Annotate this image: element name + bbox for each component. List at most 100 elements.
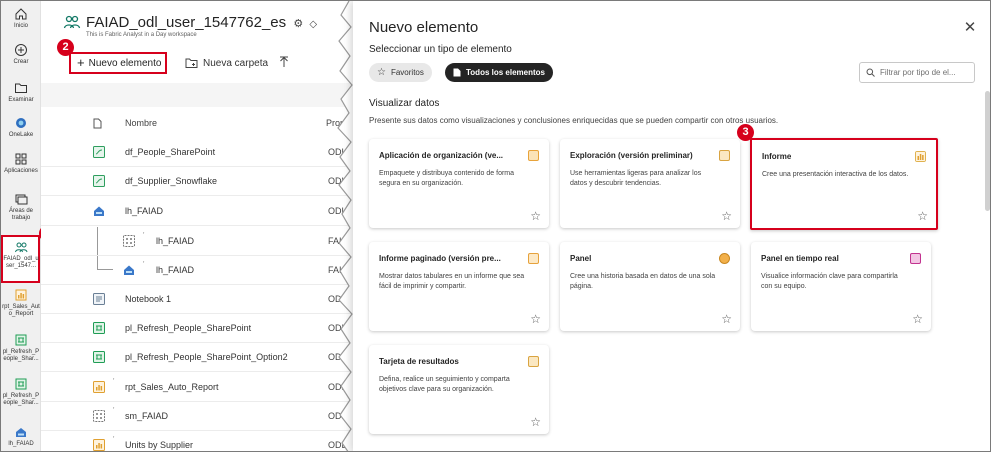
card-title: Informe paginado (versión pre... [379, 254, 501, 263]
table-row[interactable]: ′ Units by Supplier ODL_U [41, 431, 353, 451]
new-folder-label: Nueva carpeta [203, 57, 269, 69]
tab-all-items[interactable]: Todos los elementos [445, 63, 553, 82]
rail-label: rpt_Sales_Auto_Report [2, 304, 40, 317]
card-paginated-report[interactable]: Informe paginado (versión pre... Mostrar… [369, 242, 549, 331]
card-title: Tarjeta de resultados [379, 357, 459, 366]
pipeline-icon [93, 322, 105, 334]
close-icon[interactable]: ✕ [963, 20, 977, 35]
table-row[interactable]: df_People_SharePoint ODL_U [41, 138, 353, 167]
org-app-icon [528, 150, 539, 161]
rail-label: Crear [13, 59, 29, 65]
link-mark: ′ [113, 436, 115, 443]
table-row[interactable]: df_Supplier_Snowflake ODL_U [41, 167, 353, 196]
new-item-label: Nuevo elemento [88, 57, 162, 69]
favorite-star-icon[interactable]: ☆ [917, 210, 928, 222]
table-row[interactable]: Notebook 1 ODL_U [41, 285, 353, 314]
table-row[interactable]: pl_Refresh_People_SharePoint ODL_U [41, 314, 353, 343]
favorite-star-icon[interactable]: ☆ [721, 313, 732, 325]
rail-item-lakehouse[interactable]: lh_FAIAD [1, 425, 41, 448]
scrollbar[interactable] [985, 91, 990, 211]
card-realtime-dashboard[interactable]: Panel en tiempo real Visualice informaci… [751, 242, 931, 331]
rail-label: FAIAD_odl_user_1547... [3, 256, 39, 269]
rail-item-current-workspace[interactable]: FAIAD_odl_user_1547... [1, 235, 40, 283]
section-description: Presente sus datos como visualizaciones … [369, 116, 779, 125]
pipeline-icon [15, 334, 27, 346]
card-org-app[interactable]: Aplicación de organización (ve... Empaqu… [369, 139, 549, 228]
rail-item-browse[interactable]: Examinar [1, 81, 41, 104]
screenshot-frame: Inicio Crear Examinar OneLake Aplicacion… [0, 0, 991, 452]
card-report[interactable]: Informe Cree una presentación interactiv… [750, 138, 938, 230]
rail-item-report[interactable]: rpt_Sales_Auto_Report [1, 288, 41, 318]
card-title: Exploración (versión preliminar) [570, 151, 693, 160]
workspace-title-text: FAIAD_odl_user_1547762_es [86, 14, 287, 31]
link-mark: ′ [113, 407, 115, 414]
rail-item-onelake[interactable]: OneLake [1, 116, 41, 139]
favorite-star-icon[interactable]: ☆ [530, 313, 541, 325]
upload-arrow-icon[interactable] [279, 56, 289, 68]
card-description: Mostrar datos tabulares en un informe qu… [379, 273, 525, 290]
card-description: Cree una historia basada en datos de una… [570, 273, 716, 290]
workspace-title: FAIAD_odl_user_1547762_es ⚙ ◇ [86, 14, 317, 31]
row-name: lh_FAIAD [156, 265, 195, 275]
rail-label: Aplicaciones [4, 168, 38, 174]
favorite-star-icon[interactable]: ☆ [912, 313, 923, 325]
filter-input[interactable]: Filtrar por tipo de el... [859, 62, 975, 83]
card-title: Panel [570, 254, 592, 263]
step-badge-3: 3 [737, 124, 754, 141]
rail-label: lh_FAIAD [8, 441, 34, 447]
tab-favorites[interactable]: ☆ Favoritos [369, 63, 432, 82]
row-name: rpt_Sales_Auto_Report [125, 382, 219, 392]
report-icon [915, 151, 926, 162]
card-scorecard[interactable]: Tarjeta de resultados Defina, realice un… [369, 345, 549, 434]
link-mark: ′ [143, 232, 145, 239]
torn-edge [337, 1, 353, 451]
card-exploration[interactable]: Exploración (versión preliminar) Use her… [560, 139, 740, 228]
new-folder-button[interactable]: Nueva carpeta [185, 52, 268, 74]
favorite-star-icon[interactable]: ☆ [530, 210, 541, 222]
left-rail: Inicio Crear Examinar OneLake Aplicacion… [1, 1, 41, 451]
plus-circle-icon [15, 44, 27, 56]
column-header-name[interactable]: Nombre [125, 118, 157, 128]
rail-item-pipeline-1[interactable]: pl_Refresh_People_Shar... [1, 333, 41, 363]
row-name: pl_Refresh_People_SharePoint [125, 323, 252, 333]
rail-item-home[interactable]: Inicio [1, 7, 41, 30]
star-icon: ☆ [377, 67, 386, 78]
rail-item-pipeline-2[interactable]: pl_Refresh_People_Shar... [1, 377, 41, 407]
lakehouse-icon [16, 428, 26, 437]
workspace-logo-icon [63, 15, 81, 29]
rail-item-apps[interactable]: Aplicaciones [1, 152, 41, 175]
rail-item-workspaces[interactable]: Áreas de trabajo [1, 192, 41, 222]
workspaces-icon [15, 194, 28, 205]
card-description: Use herramientas ligeras para analizar l… [570, 170, 702, 187]
card-dashboard[interactable]: Panel Cree una historia basada en datos … [560, 242, 740, 331]
folder-icon [15, 83, 27, 93]
workspace-people-icon [14, 242, 27, 253]
dashboard-gauge-icon [719, 253, 730, 264]
lakehouse-icon [94, 206, 104, 216]
rail-item-create[interactable]: Crear [1, 43, 41, 66]
new-item-button[interactable]: + Nuevo elemento [69, 52, 167, 74]
card-title: Informe [762, 152, 792, 161]
onelake-icon [16, 118, 26, 128]
card-description: Visualice información clave para compart… [761, 273, 898, 290]
semantic-model-icon [93, 410, 105, 422]
realtime-dashboard-icon [910, 253, 921, 264]
table-row[interactable]: ′ rpt_Sales_Auto_Report ODL_U [41, 373, 353, 402]
favorite-star-icon[interactable]: ☆ [721, 210, 732, 222]
favorite-star-icon[interactable]: ☆ [530, 416, 541, 428]
workspace-settings-icon[interactable]: ⚙ [293, 18, 303, 30]
table-row[interactable]: lh_FAIAD ODL_U [41, 197, 353, 226]
dataflow-icon [93, 175, 105, 187]
row-name: sm_FAIAD [125, 411, 169, 421]
table-row[interactable]: pl_Refresh_People_SharePoint_Option2 ODL… [41, 343, 353, 372]
rail-label: Áreas de trabajo [8, 208, 33, 221]
file-type-icon [93, 118, 102, 129]
table-row[interactable]: ′ lh_FAIAD FAIAD_ [41, 227, 353, 256]
home-icon [15, 8, 27, 20]
table-row[interactable]: ′ lh_FAIAD FAIAD_ [41, 256, 353, 285]
new-item-dialog: Nuevo elemento ✕ Seleccionar un tipo de … [353, 1, 990, 451]
report-icon [93, 439, 105, 451]
table-row[interactable]: ′ sm_FAIAD ODL_U [41, 402, 353, 431]
row-name: pl_Refresh_People_SharePoint_Option2 [125, 352, 288, 362]
card-title: Aplicación de organización (ve... [379, 151, 504, 160]
